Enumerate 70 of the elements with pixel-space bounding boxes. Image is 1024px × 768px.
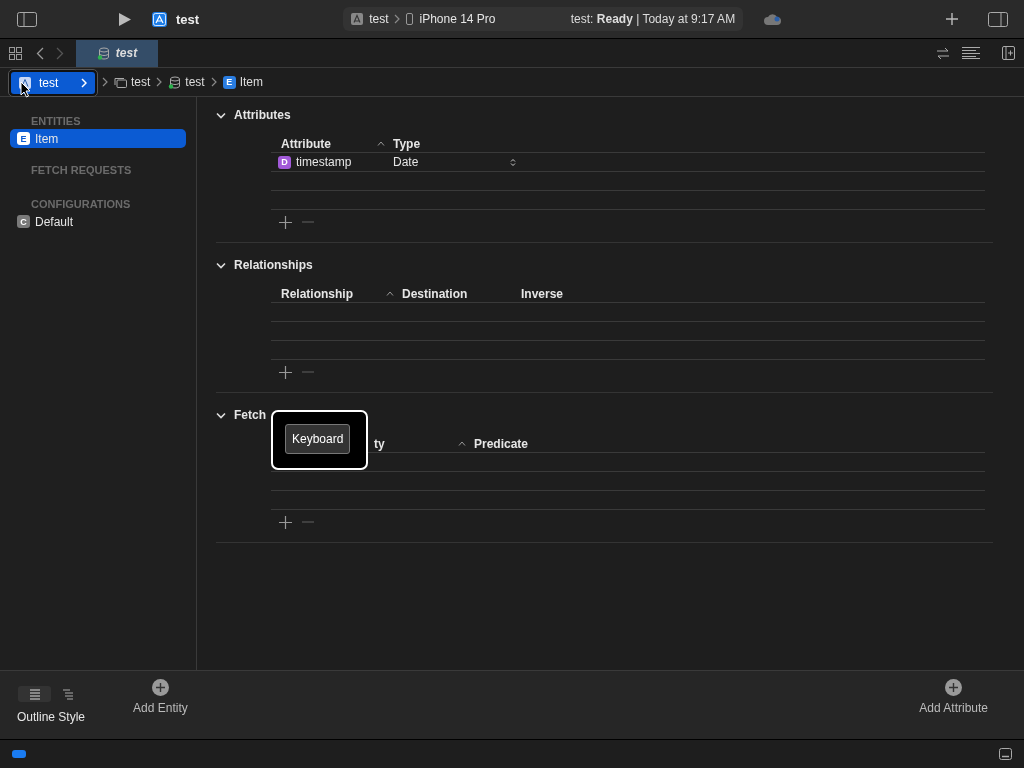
list-style-icon[interactable]: [18, 686, 51, 702]
sidebar-item[interactable]: C Default: [10, 212, 186, 231]
add-icon[interactable]: [279, 215, 292, 229]
add-icon[interactable]: [279, 515, 292, 529]
keyboard-button[interactable]: Keyboard: [285, 424, 351, 454]
panel-toggle-icon[interactable]: [999, 748, 1012, 760]
sort-caret-icon[interactable]: [377, 141, 385, 146]
sidebar-toggle-icon[interactable]: [17, 11, 37, 27]
add-circle-icon[interactable]: [151, 679, 169, 696]
control-label: Outline Style: [17, 710, 86, 724]
item-badge: C: [17, 215, 30, 228]
table-cell[interactable]: timestamp: [296, 155, 352, 169]
section-title: Relationships: [234, 258, 313, 272]
add-icon[interactable]: [945, 12, 959, 26]
breadcrumb-menu-item[interactable]: test: [11, 72, 95, 94]
entity-badge: E: [222, 75, 236, 89]
column-header[interactable]: Attribute: [281, 136, 331, 151]
back-icon[interactable]: [36, 46, 44, 60]
chevron-right-icon: [156, 77, 163, 87]
chevron-right-icon: [210, 77, 217, 87]
column-header[interactable]: Destination: [402, 286, 468, 301]
chevron-right-icon: [394, 14, 401, 24]
type-badge: D: [278, 155, 291, 169]
section-header: ENTITIES: [30, 114, 82, 129]
sort-caret-icon[interactable]: [386, 291, 394, 296]
lines-icon[interactable]: [962, 47, 980, 59]
play-icon[interactable]: [118, 11, 132, 27]
sort-caret-icon[interactable]: [458, 441, 466, 446]
database-icon: [168, 75, 182, 89]
add-attribute-label[interactable]: Add Attribute: [919, 701, 988, 715]
folder-stack-icon: [114, 76, 127, 88]
column-header[interactable]: Predicate: [474, 436, 529, 451]
project-name: test: [176, 11, 200, 27]
disclosure-icon[interactable]: [216, 111, 226, 119]
editor-tab[interactable]: test: [76, 39, 158, 67]
column-header[interactable]: ty: [374, 436, 385, 451]
item-badge: E: [17, 132, 30, 145]
add-icon[interactable]: [279, 365, 292, 379]
breadcrumb-item[interactable]: test: [168, 75, 205, 89]
indicator-icon: [12, 750, 26, 758]
section-header: FETCH REQUESTS: [30, 163, 133, 178]
column-header[interactable]: Inverse: [521, 286, 564, 301]
section-header: CONFIGURATIONS: [30, 197, 132, 212]
disclosure-icon[interactable]: [216, 411, 226, 419]
add-entity-label[interactable]: Add Entity: [133, 701, 188, 715]
stepper-icon: [510, 157, 516, 167]
chevron-right-icon: [102, 77, 108, 87]
breadcrumb-item[interactable]: test: [114, 75, 151, 89]
app-icon[interactable]: [152, 11, 167, 27]
cloud-icon: [764, 13, 783, 25]
breadcrumb-item[interactable]: E Item: [222, 75, 264, 89]
grid-icon[interactable]: [9, 46, 22, 60]
inspector-toggle-icon[interactable]: [988, 11, 1008, 27]
section-title: Fetch: [234, 408, 266, 422]
build-status: test: Ready | Today at 9:17 AM: [570, 12, 736, 26]
section-title: Attributes: [234, 108, 291, 122]
cursor-icon: [20, 81, 31, 98]
add-editor-icon[interactable]: [1002, 46, 1015, 60]
device-name[interactable]: iPhone 14 Pro: [419, 12, 496, 26]
scheme-name[interactable]: test: [369, 12, 389, 26]
phone-icon: [406, 13, 414, 25]
sidebar-item[interactable]: E Item: [10, 129, 186, 148]
chevron-right-icon: [81, 78, 87, 88]
swap-arrows-icon[interactable]: [936, 46, 950, 60]
column-header[interactable]: Type: [393, 136, 421, 151]
type-popup[interactable]: Date: [393, 155, 516, 169]
database-icon: [96, 46, 110, 60]
column-header[interactable]: Relationship: [281, 286, 353, 301]
disclosure-icon[interactable]: [216, 261, 226, 269]
add-circle-icon[interactable]: [945, 679, 963, 696]
